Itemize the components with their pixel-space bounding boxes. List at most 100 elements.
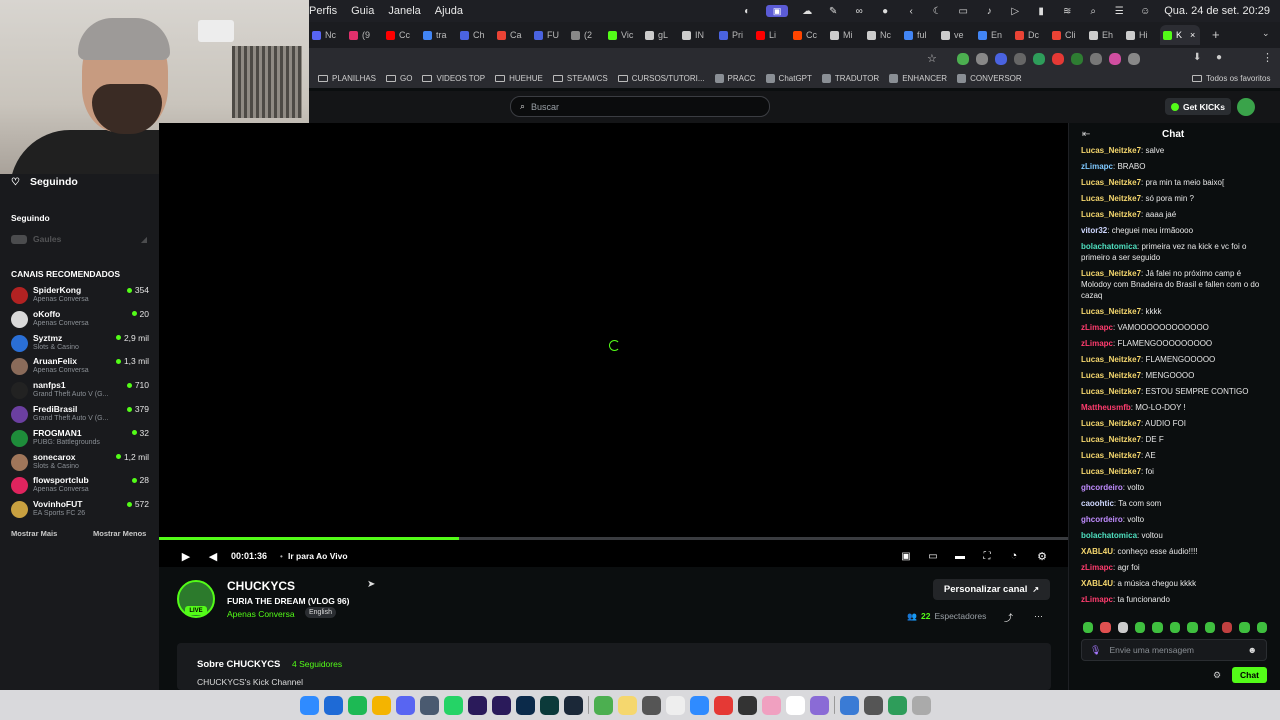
bookmark-item[interactable]: CONVERSOR	[957, 74, 1022, 83]
browser-tab[interactable]: Cli	[1049, 25, 1082, 45]
chat-username[interactable]: Lucas_Neitzke7	[1081, 435, 1141, 444]
notes-icon[interactable]	[618, 695, 637, 715]
new-tab-icon[interactable]: +	[1212, 27, 1220, 42]
miniplayer-icon[interactable]: ▭	[926, 545, 940, 567]
back-icon[interactable]: ‹	[904, 5, 918, 17]
recommended-channel[interactable]: flowsportclub Apenas Conversa 28	[11, 475, 149, 497]
bookmark-star-icon[interactable]: ☆	[927, 52, 937, 65]
chat-username[interactable]: ghcordeiro	[1081, 483, 1123, 492]
browser-tab[interactable]: Nc	[309, 25, 342, 45]
sidebar-following-header[interactable]: ♡ Seguindo	[11, 176, 78, 188]
browser-tab[interactable]: K ×	[1160, 25, 1200, 45]
trash-icon[interactable]	[912, 695, 931, 715]
browser-tab[interactable]: Mi	[827, 25, 860, 45]
emote-icon[interactable]	[1221, 622, 1233, 633]
bookmark-item[interactable]: VIDEOS TOP	[422, 74, 485, 83]
recommended-channel[interactable]: Syztmz Slots & Casino 2,9 mil	[11, 333, 149, 355]
pen-icon[interactable]: ✎	[826, 5, 840, 17]
volume-icon[interactable]: ◀	[206, 545, 220, 567]
recommended-channel[interactable]: sonecarox Slots & Casino 1,2 mil	[11, 452, 149, 474]
emote-icon[interactable]	[1100, 622, 1111, 633]
recommended-channel[interactable]: SpiderKong Apenas Conversa 354	[11, 285, 149, 307]
bookmark-item[interactable]: STEAM/CS	[552, 74, 608, 83]
chat-send-button[interactable]: Chat	[1232, 667, 1267, 683]
extension-icon[interactable]	[1033, 53, 1045, 65]
app-icon[interactable]	[714, 695, 733, 715]
app-icon[interactable]	[840, 695, 859, 715]
chat-username[interactable]: Lucas_Neitzke7	[1081, 194, 1141, 203]
photos-icon[interactable]	[762, 695, 781, 715]
chat-username[interactable]: Lucas_Neitzke7	[1081, 146, 1141, 155]
video-progress-bar[interactable]	[159, 537, 1068, 540]
chat-username[interactable]: Lucas_Neitzke7	[1081, 355, 1141, 364]
chat-username[interactable]: ghcordeiro	[1081, 515, 1123, 524]
browser-tab[interactable]: Nc	[864, 25, 897, 45]
play-icon[interactable]: ▶	[179, 545, 193, 567]
moon-icon[interactable]: ☾	[930, 5, 944, 17]
bookmark-item[interactable]: TRADUTOR	[821, 74, 879, 83]
wifi-icon[interactable]: ≋	[1060, 5, 1074, 17]
trello-icon[interactable]	[324, 695, 343, 715]
chat-input[interactable]: 🎙 Envie uma mensagem ☻	[1081, 639, 1267, 661]
clip-icon[interactable]: ▣	[899, 545, 913, 567]
feather-icon[interactable]	[810, 695, 829, 715]
calendar-icon[interactable]	[786, 695, 805, 715]
chat-settings-icon[interactable]: ⚙	[1213, 670, 1221, 681]
vpn-icon[interactable]: ●	[878, 5, 892, 17]
bookmark-item[interactable]: PRACC	[714, 74, 756, 83]
browser-tab[interactable]: Pri	[716, 25, 749, 45]
mic-icon[interactable]: 🎙	[1090, 645, 1101, 656]
preview-icon[interactable]	[666, 695, 685, 715]
extension-icon[interactable]	[1090, 53, 1102, 65]
browser-tab[interactable]: IN	[679, 25, 712, 45]
extension-icon[interactable]	[1052, 53, 1064, 65]
chat-username[interactable]: Lucas_Neitzke7	[1081, 371, 1141, 380]
emote-icon[interactable]	[1135, 622, 1146, 633]
emote-icon[interactable]	[1187, 622, 1198, 633]
browser-tab[interactable]: ve	[938, 25, 971, 45]
audition-icon[interactable]	[540, 695, 559, 715]
search-spotlight-icon[interactable]: ⌕	[1086, 5, 1100, 17]
bookmark-item[interactable]: HUEHUE	[495, 74, 543, 83]
app-icon[interactable]	[420, 695, 439, 715]
menu-ajuda[interactable]: Ajuda	[435, 5, 463, 17]
fullscreen-icon[interactable]: ⛶	[980, 545, 994, 567]
browser-tab[interactable]: Ca	[494, 25, 527, 45]
profile-icon[interactable]: ●	[1216, 52, 1222, 63]
search-input[interactable]: ⌕ Buscar	[510, 96, 770, 117]
chat-username[interactable]: XABL4U	[1081, 547, 1113, 556]
recommended-channel[interactable]: AruanFelix Apenas Conversa 1,3 mil	[11, 356, 149, 378]
chat-username[interactable]: Lucas_Neitzke7	[1081, 419, 1141, 428]
emoji-icon[interactable]: ☻	[1248, 645, 1257, 655]
extension-icon[interactable]	[1109, 53, 1121, 65]
recommended-channel[interactable]: VovinhoFUT EA Sports FC 26 572	[11, 499, 149, 521]
all-bookmarks[interactable]: Todos os favoritos	[1192, 74, 1270, 83]
photoshop-icon[interactable]	[516, 695, 535, 715]
browser-tab[interactable]: (9	[346, 25, 379, 45]
chat-username[interactable]: Lucas_Neitzke7	[1081, 210, 1141, 219]
recommended-channel[interactable]: FrediBrasil Grand Theft Auto V (G... 379	[11, 404, 149, 426]
browser-tab[interactable]: Vic	[605, 25, 638, 45]
bookmark-item[interactable]: CURSOS/TUTORI...	[617, 74, 705, 83]
chat-username[interactable]: zLimapc	[1081, 323, 1113, 332]
channel-name[interactable]: CHUCKYCS	[227, 579, 295, 593]
extension-icon[interactable]	[1014, 53, 1026, 65]
chat-username[interactable]: Mattheusmfb	[1081, 403, 1131, 412]
extensions-puzzle-icon[interactable]	[1128, 53, 1140, 65]
chat-username[interactable]: Lucas_Neitzke7	[1081, 307, 1141, 316]
speed-icon[interactable]: ◔	[1007, 545, 1021, 567]
user-icon[interactable]: ☺	[1138, 5, 1152, 17]
display-icon[interactable]: ▭	[956, 5, 970, 17]
control-center-icon[interactable]: ☰	[1112, 5, 1126, 17]
emote-icon[interactable]	[1083, 622, 1094, 633]
discord-icon[interactable]	[396, 695, 415, 715]
emote-icon[interactable]	[1204, 622, 1215, 633]
browser-tab[interactable]: ful	[901, 25, 934, 45]
browser-tab[interactable]: Hi	[1123, 25, 1156, 45]
go-live-button[interactable]: Ir para Ao Vivo	[288, 545, 348, 567]
chat-username[interactable]: bolachatomica	[1081, 531, 1137, 540]
browser-tab[interactable]: En	[975, 25, 1008, 45]
premiere-icon[interactable]	[468, 695, 487, 715]
calculator-icon[interactable]	[642, 695, 661, 715]
extension-icon[interactable]	[1071, 53, 1083, 65]
